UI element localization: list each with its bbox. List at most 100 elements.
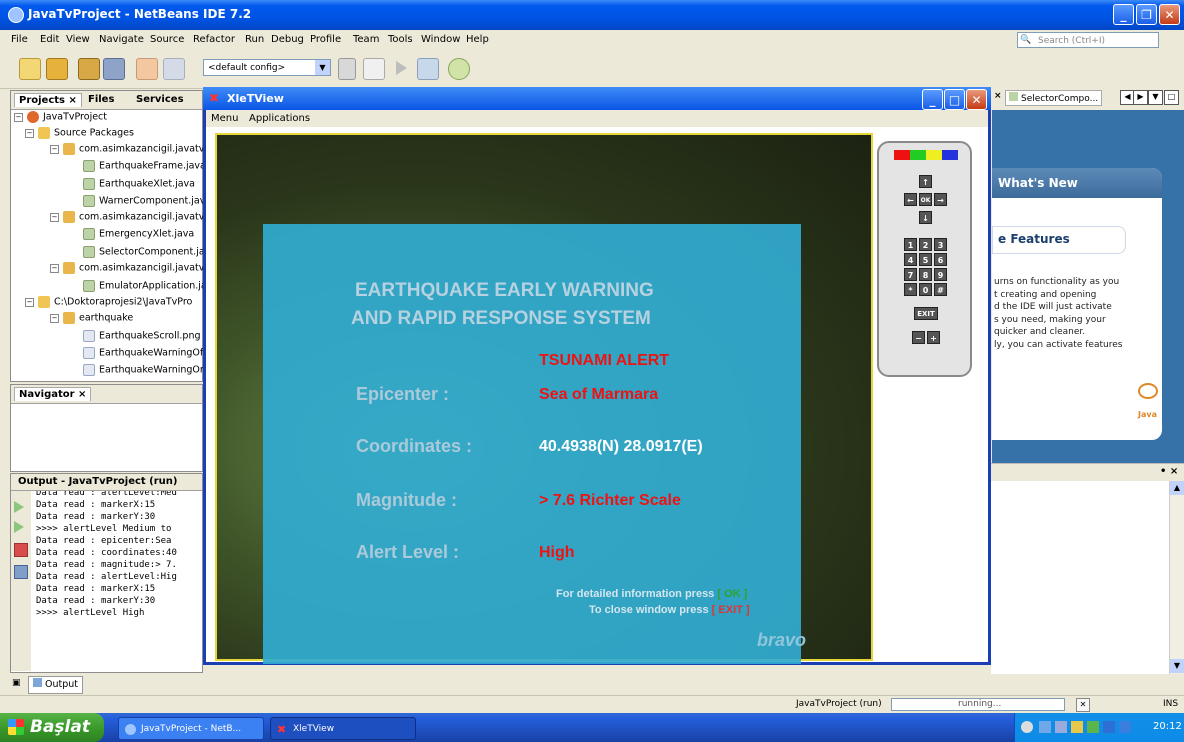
xletview-menu-menu[interactable]: Menu xyxy=(211,113,238,124)
tree-item-file[interactable]: EarthquakeXlet.java xyxy=(83,178,195,190)
network-icon[interactable] xyxy=(1039,721,1051,733)
scroll-down-icon[interactable]: ▼ xyxy=(1170,659,1184,673)
tree-item-file[interactable]: WarnerComponent.java xyxy=(83,195,211,207)
ok-key[interactable]: OK xyxy=(919,193,932,206)
tree-item-file[interactable]: EarthquakeWarningOf xyxy=(83,347,203,359)
minimize-button[interactable]: _ xyxy=(1113,4,1134,25)
close-button[interactable]: ✕ xyxy=(1159,4,1180,25)
bluetooth-icon[interactable] xyxy=(1103,721,1115,733)
menu-window[interactable]: Window xyxy=(421,34,460,45)
left-arrow-key[interactable]: ← xyxy=(904,193,917,206)
key-7[interactable]: 7 xyxy=(904,268,917,281)
tree-item-package[interactable]: − com.asimkazancigil.javatv xyxy=(50,211,204,223)
build-icon[interactable] xyxy=(363,58,385,80)
down-arrow-key[interactable]: ↓ xyxy=(919,211,932,224)
clean-icon[interactable] xyxy=(338,58,356,80)
blue-key[interactable] xyxy=(942,150,958,160)
menu-refactor[interactable]: Refactor xyxy=(193,34,235,45)
collapse-icon[interactable]: − xyxy=(50,263,59,273)
start-button[interactable]: Başlat xyxy=(0,713,104,742)
tree-item-folder[interactable]: − C:\Doktoraprojesi2\JavaTvPro xyxy=(25,296,192,308)
plus-key[interactable]: + xyxy=(927,331,940,344)
up-arrow-key[interactable]: ↑ xyxy=(919,175,932,188)
red-key[interactable] xyxy=(894,150,910,160)
tree-item-package[interactable]: − earthquake xyxy=(50,312,133,324)
close-tab-icon[interactable]: × xyxy=(994,91,1002,101)
menu-tools[interactable]: Tools xyxy=(388,34,413,45)
key-4[interactable]: 4 xyxy=(904,253,917,266)
xletview-close-button[interactable]: ✕ xyxy=(966,89,987,110)
debug-icon[interactable] xyxy=(417,58,439,80)
undo-icon[interactable] xyxy=(136,58,158,80)
taskbar-item-xletview[interactable]: ✖ XleTView xyxy=(270,717,416,740)
menu-edit[interactable]: Edit xyxy=(40,34,59,45)
maximize-editor-icon[interactable]: □ xyxy=(1164,90,1179,105)
save-all-icon[interactable] xyxy=(103,58,125,80)
security-icon[interactable] xyxy=(1087,721,1099,733)
volume-icon[interactable] xyxy=(1055,721,1067,733)
rerun-with-args-icon[interactable] xyxy=(14,521,24,533)
collapse-icon[interactable]: − xyxy=(50,313,59,323)
key-star[interactable]: * xyxy=(904,283,917,296)
tray-app-icon[interactable] xyxy=(1071,721,1083,733)
key-3[interactable]: 3 xyxy=(934,238,947,251)
key-9[interactable]: 9 xyxy=(934,268,947,281)
key-1[interactable]: 1 xyxy=(904,238,917,251)
tree-item-package[interactable]: − com.asimkazancigil.javatv xyxy=(50,262,204,274)
key-hash[interactable]: # xyxy=(934,283,947,296)
collapse-icon[interactable]: − xyxy=(25,297,34,307)
right-arrow-key[interactable]: → xyxy=(934,193,947,206)
xletview-title-bar[interactable]: ✖ XleTView _ □ ✕ xyxy=(203,87,991,110)
tree-item-file[interactable]: EarthquakeWarningOr xyxy=(83,364,204,376)
key-6[interactable]: 6 xyxy=(934,253,947,266)
menu-run[interactable]: Run xyxy=(245,34,264,45)
key-2[interactable]: 2 xyxy=(919,238,932,251)
collapse-icon[interactable]: − xyxy=(50,144,59,154)
profile-icon[interactable] xyxy=(448,58,470,80)
menu-help[interactable]: Help xyxy=(466,34,489,45)
rerun-icon[interactable] xyxy=(14,501,24,513)
close-output-icon[interactable]: • × xyxy=(1160,466,1178,477)
tree-item-file[interactable]: EmergencyXlet.java xyxy=(83,228,194,240)
tree-item-source-packages[interactable]: − Source Packages xyxy=(25,127,134,139)
collapse-icon[interactable]: − xyxy=(50,212,59,222)
exit-key[interactable]: EXIT xyxy=(914,307,938,320)
tree-item-project[interactable]: − JavaTvProject xyxy=(14,111,107,123)
properties-icon[interactable] xyxy=(14,565,28,579)
stop-icon[interactable] xyxy=(14,543,28,557)
menu-navigate[interactable]: Navigate xyxy=(99,34,144,45)
taskbar-item-netbeans[interactable]: JavaTvProject - NetB... xyxy=(118,717,264,740)
collapse-icon[interactable]: − xyxy=(25,128,34,138)
tab-files[interactable]: Files xyxy=(84,93,118,106)
redo-icon[interactable] xyxy=(163,58,185,80)
xletview-maximize-button[interactable]: □ xyxy=(944,89,965,110)
output-text[interactable]: Data read : alertLevel:Med Data read : m… xyxy=(36,491,202,671)
vertical-scrollbar[interactable]: ▲ ▼ xyxy=(1169,481,1184,674)
run-icon[interactable] xyxy=(396,61,419,75)
tree-item-file[interactable]: EarthquakeScroll.png xyxy=(83,330,201,342)
tab-list-icon[interactable]: ▼ xyxy=(1148,90,1163,105)
menu-file[interactable]: File xyxy=(11,34,28,45)
yellow-key[interactable] xyxy=(926,150,942,160)
minus-key[interactable]: − xyxy=(912,331,925,344)
tab-services[interactable]: Services xyxy=(132,93,188,106)
new-project-icon[interactable] xyxy=(46,58,68,80)
display-icon[interactable] xyxy=(1119,721,1131,733)
tab-selector-component[interactable]: SelectorCompo... xyxy=(1005,90,1103,106)
open-project-icon[interactable] xyxy=(78,58,100,80)
tree-item-package[interactable]: − com.asimkazancigil.javatv xyxy=(50,143,204,155)
tab-navigator[interactable]: Navigator × xyxy=(14,387,92,401)
tab-right-arrow-icon[interactable]: ▶ xyxy=(1133,90,1148,105)
tree-item-file[interactable]: EmulatorApplication.java xyxy=(83,280,218,292)
window-title-bar[interactable]: JavaTvProject - NetBeans IDE 7.2 _ ❐ ✕ xyxy=(0,0,1184,30)
xletview-minimize-button[interactable]: _ xyxy=(922,89,943,110)
menu-debug[interactable]: Debug xyxy=(271,34,304,45)
tree-item-file[interactable]: SelectorComponent.java xyxy=(83,246,216,258)
menu-profile[interactable]: Profile xyxy=(310,34,341,45)
tree-item-file[interactable]: EarthquakeFrame.java xyxy=(83,160,206,172)
new-file-icon[interactable] xyxy=(19,58,41,80)
green-key[interactable] xyxy=(910,150,926,160)
xletview-window[interactable]: ✖ XleTView _ □ ✕ Menu Applications EARTH… xyxy=(203,87,991,665)
maximize-button[interactable]: ❐ xyxy=(1136,4,1157,25)
xletview-menu-applications[interactable]: Applications xyxy=(249,113,310,124)
